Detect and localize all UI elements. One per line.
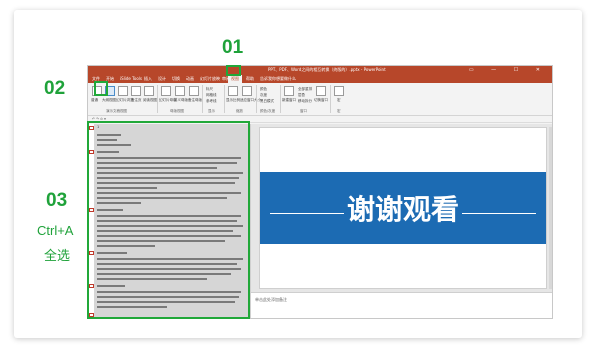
window-controls[interactable]: ▭ — ☐ ✕ [469, 67, 548, 73]
normal-view-label: 普通 [91, 98, 98, 102]
cascade-option[interactable]: 层叠 [298, 93, 305, 98]
reading-view-button[interactable] [144, 86, 154, 96]
highlight-outline-view-button [94, 81, 108, 96]
notes-master-button[interactable] [189, 86, 199, 96]
ribbon-separator [224, 85, 225, 113]
tab-islide[interactable]: iSlide Tools [120, 76, 142, 81]
tutorial-canvas: 01 02 03 Ctrl+A 全选 PPT、PDF、Word之间的相互转换（终… [0, 0, 596, 351]
ribbon-tabs: 文件 开始 iSlide Tools 插入 设计 切换 动画 幻灯片放映 审阅 … [88, 75, 552, 83]
handout-master-label: 讲义母版 [174, 98, 188, 102]
decorative-line-right [462, 213, 536, 214]
group-color: 颜色/灰度 [260, 109, 276, 113]
title-bar: PPT、PDF、Word之间的相互转换（终版的）.pptx - PowerPoi… [88, 66, 552, 75]
slide-master-button[interactable] [161, 86, 171, 96]
tab-view[interactable]: 视图 [228, 75, 242, 83]
ribbon-separator [157, 85, 158, 113]
grayscale-option[interactable]: 灰度 [260, 93, 267, 98]
fit-window-button[interactable] [242, 86, 252, 96]
fit-window-label: 适应窗口大小 [240, 98, 261, 102]
decorative-line-left [270, 213, 344, 214]
macros-button[interactable] [334, 86, 344, 96]
color-option[interactable]: 颜色 [260, 87, 267, 92]
tab-insert[interactable]: 插入 [144, 76, 152, 82]
notes-page-label: 备注页 [131, 98, 142, 102]
slide-sorter-button[interactable] [118, 86, 128, 96]
tell-me-search[interactable]: 告诉我你想要做什么 [260, 76, 296, 82]
guides-checkbox[interactable]: 参考线 [206, 99, 217, 104]
step-03-label: 03 [46, 190, 68, 211]
slide-editing-pane: 谢谢观看 单击此处添加备注 [251, 124, 552, 318]
tab-design[interactable]: 设计 [158, 76, 166, 82]
highlight-view-tab [226, 65, 241, 76]
ribbon-separator [330, 85, 331, 113]
window-title: PPT、PDF、Word之间的相互转换（终版的）.pptx - PowerPoi… [268, 67, 386, 72]
notes-page-button[interactable] [131, 86, 141, 96]
new-window-button[interactable] [284, 86, 294, 96]
step-02-label: 02 [44, 78, 66, 99]
move-split-option[interactable]: 移动拆分 [298, 99, 312, 104]
switch-window-label: 切换窗口 [314, 98, 328, 102]
ribbon-separator [256, 85, 257, 113]
macros-label: 宏 [337, 98, 341, 102]
highlight-outline-pane [87, 121, 250, 319]
group-master-views: 母版视图 [170, 109, 184, 113]
tab-transitions[interactable]: 切换 [172, 76, 180, 82]
switch-window-button[interactable] [316, 86, 326, 96]
current-slide[interactable]: 谢谢观看 [259, 127, 547, 289]
slide-title-text: 谢谢观看 [346, 193, 459, 226]
reading-view-label: 阅读视图 [143, 98, 157, 102]
black-white-option[interactable]: 黑白模式 [260, 99, 274, 104]
ribbon-separator [202, 85, 203, 113]
ribbon-separator [280, 85, 281, 113]
notes-placeholder: 单击此处添加备注 [255, 297, 287, 302]
step-03-shortcut: Ctrl+A [37, 223, 74, 238]
group-show: 显示 [208, 109, 215, 113]
tab-slideshow[interactable]: 幻灯片放映 [200, 76, 220, 82]
notes-pane[interactable]: 单击此处添加备注 [251, 292, 552, 318]
arrange-all-option[interactable]: 全部重排 [298, 87, 312, 92]
notes-master-label: 备注母版 [188, 98, 202, 102]
group-window: 窗口 [300, 109, 307, 113]
outline-view-label: 大纲视图 [102, 98, 116, 102]
new-window-label: 新建窗口 [282, 98, 296, 102]
step-01-label: 01 [222, 37, 244, 58]
zoom-label: 显示比例 [226, 98, 240, 102]
group-macros: 宏 [337, 109, 341, 113]
tab-help[interactable]: 帮助 [246, 76, 254, 82]
ruler-checkbox[interactable]: 标尺 [206, 87, 213, 92]
group-presentation-views: 演示文稿视图 [106, 109, 127, 113]
tab-animations[interactable]: 动画 [186, 76, 194, 82]
handout-master-button[interactable] [175, 86, 185, 96]
step-03-select-all: 全选 [44, 248, 71, 263]
vertical-scrollbar[interactable] [549, 127, 552, 289]
slide-title-band: 谢谢观看 [260, 172, 546, 244]
zoom-button[interactable] [228, 86, 238, 96]
view-ribbon: 普通 大纲视图 幻灯片浏览 备注页 阅读视图 幻灯片母版 讲义母版 备注母版 标… [88, 83, 552, 116]
group-zoom: 缩放 [236, 109, 243, 113]
gridlines-checkbox[interactable]: 网格线 [206, 93, 217, 98]
